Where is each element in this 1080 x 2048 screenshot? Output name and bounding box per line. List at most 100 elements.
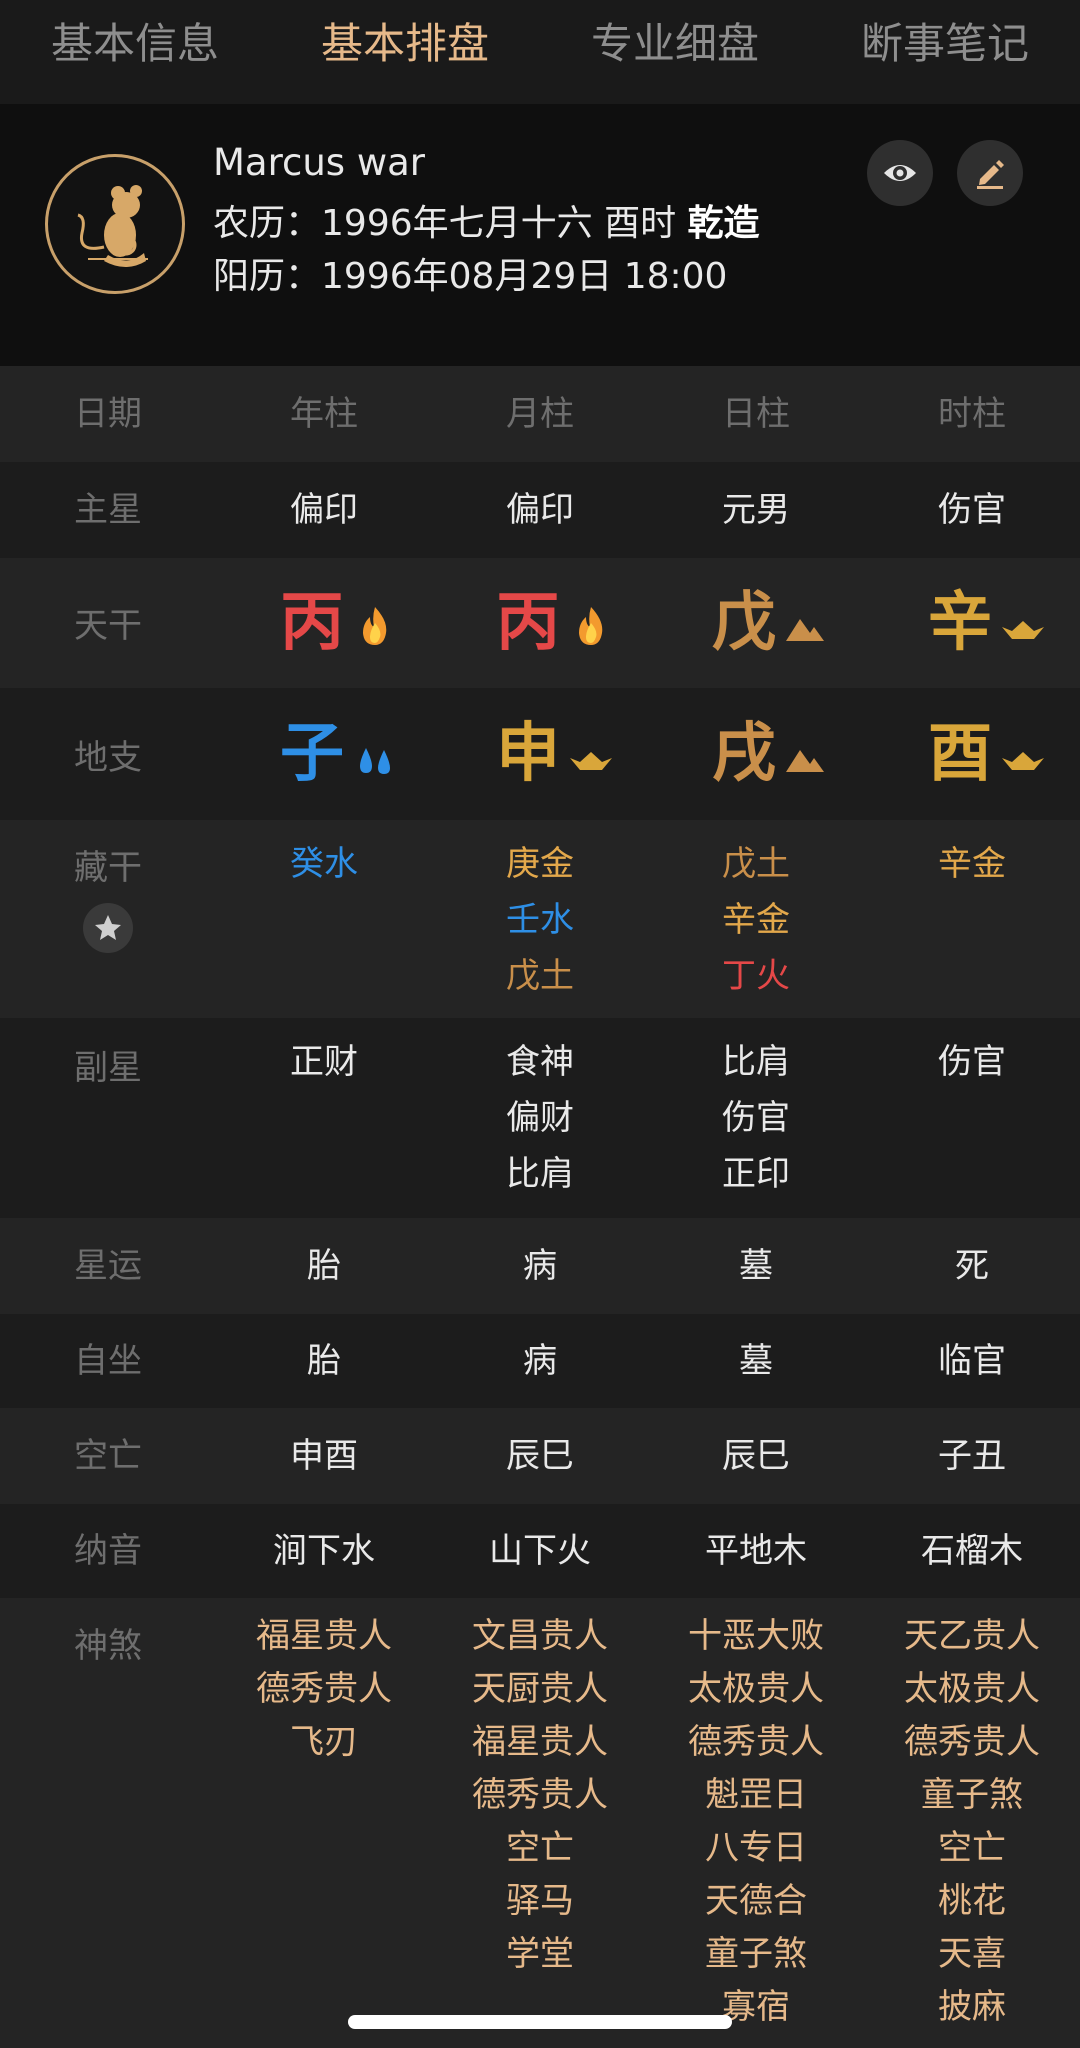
fuxing-hour: 伤官	[864, 1034, 1080, 1090]
header-day: 日柱	[722, 394, 790, 434]
zizuo-day: 墓	[739, 1341, 773, 1381]
fire-icon	[579, 607, 603, 645]
main-star-year: 偏印	[290, 490, 358, 530]
stem-char: 丙	[280, 586, 344, 660]
xingyun-month: 病	[523, 1246, 557, 1286]
shensha-item: 德秀贵人	[472, 1775, 608, 1815]
shensha-item: 天喜	[938, 1934, 1006, 1974]
shensha-day: 十恶大败 太极贵人 德秀贵人 魁罡日 八专日 天德合 童子煞 寡宿	[648, 1610, 864, 2034]
solar-label: 阳历：	[213, 256, 322, 297]
nayin-month: 山下火	[489, 1531, 591, 1571]
pencil-icon	[977, 160, 1004, 189]
zizuo-row: 自坐 胎 病 墓 临官	[0, 1314, 1080, 1408]
secondary-star: 比肩	[722, 1042, 790, 1082]
water-drops-icon	[360, 748, 390, 774]
shensha-item: 文昌贵人	[472, 1616, 608, 1656]
eye-icon	[884, 165, 916, 181]
pin-button[interactable]	[83, 903, 133, 953]
fuxing-year: 正财	[216, 1034, 432, 1090]
shensha-item: 天乙贵人	[904, 1616, 1040, 1656]
hidden-stem: 壬水	[506, 900, 574, 940]
branch-char: 酉	[928, 717, 992, 791]
shensha-item: 童子煞	[921, 1775, 1023, 1815]
shensha-item: 空亡	[938, 1828, 1006, 1868]
home-indicator[interactable]	[348, 2015, 732, 2029]
shensha-item: 驿马	[506, 1881, 574, 1921]
xingyun-day: 墓	[739, 1246, 773, 1286]
kongwang-day: 辰巳	[722, 1436, 790, 1476]
nayin-row: 纳音 涧下水 山下火 平地木 石榴木	[0, 1504, 1080, 1598]
stem-char: 辛	[928, 586, 992, 660]
hidden-stem: 辛金	[938, 844, 1006, 884]
profile-name: Marcus war	[213, 141, 425, 184]
xingyun-hour: 死	[955, 1246, 989, 1286]
gold-ingot-icon	[1002, 621, 1044, 639]
secondary-star: 正印	[722, 1154, 790, 1194]
nayin-day: 平地木	[705, 1531, 807, 1571]
shensha-year: 福星贵人 德秀贵人 飞刃	[216, 1610, 432, 1769]
canggan-row: 藏干 癸水 庚金 壬水 戊土 戊土 辛金 丁火 辛金	[0, 820, 1080, 1018]
shensha-item: 德秀贵人	[256, 1669, 392, 1709]
kongwang-row: 空亡 申酉 辰巳 辰巳 子丑	[0, 1408, 1080, 1504]
header-month: 月柱	[506, 394, 574, 434]
row-label: 星运	[74, 1246, 142, 1286]
row-label: 纳音	[74, 1531, 142, 1571]
secondary-star: 伤官	[938, 1042, 1006, 1082]
fuxing-month: 食神 偏财 比肩	[432, 1034, 648, 1202]
gender-label: 乾造	[687, 203, 760, 244]
canggan-day: 戊土 辛金 丁火	[648, 836, 864, 1004]
canggan-month: 庚金 壬水 戊土	[432, 836, 648, 1004]
gold-ingot-icon	[1002, 752, 1044, 770]
hidden-stem: 戊土	[506, 956, 574, 996]
shensha-item: 太极贵人	[904, 1669, 1040, 1709]
shensha-item: 福星贵人	[256, 1616, 392, 1656]
hidden-stem: 辛金	[722, 900, 790, 940]
tab-notes[interactable]: 断事笔记	[810, 14, 1080, 74]
tab-professional-chart[interactable]: 专业细盘	[540, 14, 810, 74]
view-button[interactable]	[867, 140, 933, 206]
nayin-year: 涧下水	[273, 1531, 375, 1571]
xingyun-row: 星运 胎 病 墓 死	[0, 1218, 1080, 1314]
tiangan-row: 天干 丙 丙 戊 辛	[0, 558, 1080, 688]
edit-button[interactable]	[957, 140, 1023, 206]
row-label: 神煞	[74, 1626, 142, 1666]
tab-basic-chart[interactable]: 基本排盘	[270, 14, 540, 74]
lunar-label: 农历：	[213, 203, 322, 244]
hidden-stem: 丁火	[722, 956, 790, 996]
shensha-row: 神煞 福星贵人 德秀贵人 飞刃 文昌贵人 天厨贵人 福星贵人 德秀贵人 空亡 驿…	[0, 1598, 1080, 2048]
profile-card: Marcus war 农历：1996年七月十六 酉时 乾造 阳历：1996年08…	[0, 104, 1080, 366]
fire-icon	[363, 607, 387, 645]
main-star-row: 主星 偏印 偏印 元男 伤官	[0, 462, 1080, 558]
row-label: 天干	[74, 606, 142, 646]
branch-char: 子	[280, 717, 344, 791]
stem-char: 戊	[712, 586, 776, 660]
shensha-item: 魁罡日	[705, 1775, 807, 1815]
shensha-item: 披麻	[938, 1987, 1006, 2027]
stem-char: 丙	[496, 586, 560, 660]
hidden-stem: 庚金	[506, 844, 574, 884]
secondary-star: 比肩	[506, 1154, 574, 1194]
kongwang-year: 申酉	[290, 1436, 358, 1476]
shensha-month: 文昌贵人 天厨贵人 福星贵人 德秀贵人 空亡 驿马 学堂	[432, 1610, 648, 1981]
secondary-star: 伤官	[722, 1098, 790, 1138]
main-star-hour: 伤官	[938, 490, 1006, 530]
nayin-hour: 石榴木	[921, 1531, 1023, 1571]
row-label: 地支	[74, 738, 142, 778]
shensha-item: 太极贵人	[688, 1669, 824, 1709]
kongwang-hour: 子丑	[938, 1436, 1006, 1476]
row-label: 主星	[74, 490, 142, 530]
shensha-item: 八专日	[705, 1828, 807, 1868]
shensha-item: 空亡	[506, 1828, 574, 1868]
fuxing-row: 副星 正财 食神 偏财 比肩 比肩 伤官 正印 伤官	[0, 1018, 1080, 1218]
header-row: 日期 年柱 月柱 日柱 时柱	[0, 366, 1080, 462]
shensha-item: 天厨贵人	[472, 1669, 608, 1709]
secondary-star: 食神	[506, 1042, 574, 1082]
xingyun-year: 胎	[307, 1246, 341, 1286]
main-star-day: 元男	[722, 490, 790, 530]
tab-bar: 基本信息 基本排盘 专业细盘 断事笔记	[0, 0, 1080, 104]
tab-basic-info[interactable]: 基本信息	[0, 14, 270, 74]
dizhi-row: 地支 子 申 戌 酉	[0, 688, 1080, 820]
pushpin-icon	[95, 915, 121, 940]
lunar-value: 1996年七月十六 酉时	[321, 203, 677, 244]
row-label: 副星	[74, 1048, 142, 1088]
